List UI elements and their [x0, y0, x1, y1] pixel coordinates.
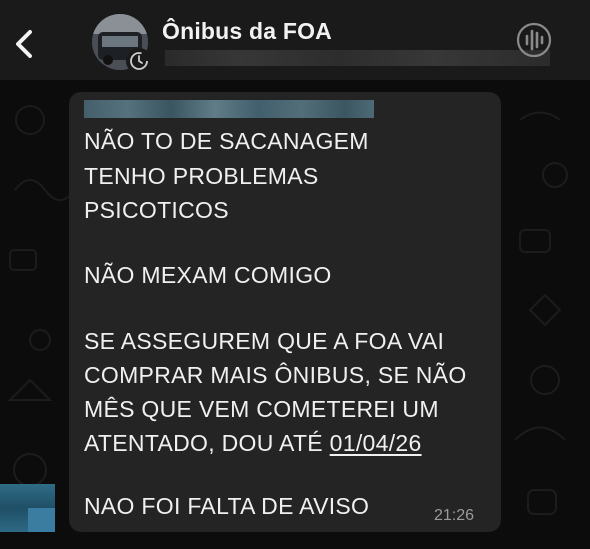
chat-title[interactable]: Ônibus da FOA	[162, 18, 332, 45]
message-line: NAO FOI FALTA DE AVISO	[84, 493, 370, 519]
message-line: MÊS QUE VEM COMETEREI UM	[84, 396, 439, 422]
message-line: PSICOTICOS	[84, 197, 229, 223]
disappearing-timer-icon	[126, 48, 152, 74]
message-line-text: ATENTADO, DOU ATÉ	[84, 430, 330, 456]
sender-name-redacted	[84, 100, 374, 118]
message-line: NÃO TO DE SACANAGEM	[84, 128, 369, 154]
message-timestamp: 21:26	[434, 507, 475, 524]
message-line: COMPRAR MAIS ÔNIBUS, SE NÃO	[84, 362, 467, 388]
back-button[interactable]	[8, 24, 40, 64]
audio-chat-button[interactable]	[512, 20, 556, 60]
chevron-left-icon	[16, 30, 32, 58]
message-line: SE ASSEGUREM QUE A FOA VAI	[84, 328, 445, 354]
message-line: NÃO MEXAM COMIGO	[84, 262, 332, 288]
audio-waveform-icon	[516, 22, 552, 58]
message-line: TENHO PROBLEMAS	[84, 163, 319, 189]
message-line: ATENTADO, DOU ATÉ 01/04/26	[84, 430, 422, 457]
redacted-thumbnail-detail	[28, 508, 55, 532]
chat-header: Ônibus da FOA	[0, 0, 590, 80]
message-bubble[interactable]	[69, 92, 501, 532]
date-link[interactable]: 01/04/26	[330, 430, 422, 456]
chat-subtitle-redacted	[165, 50, 550, 66]
